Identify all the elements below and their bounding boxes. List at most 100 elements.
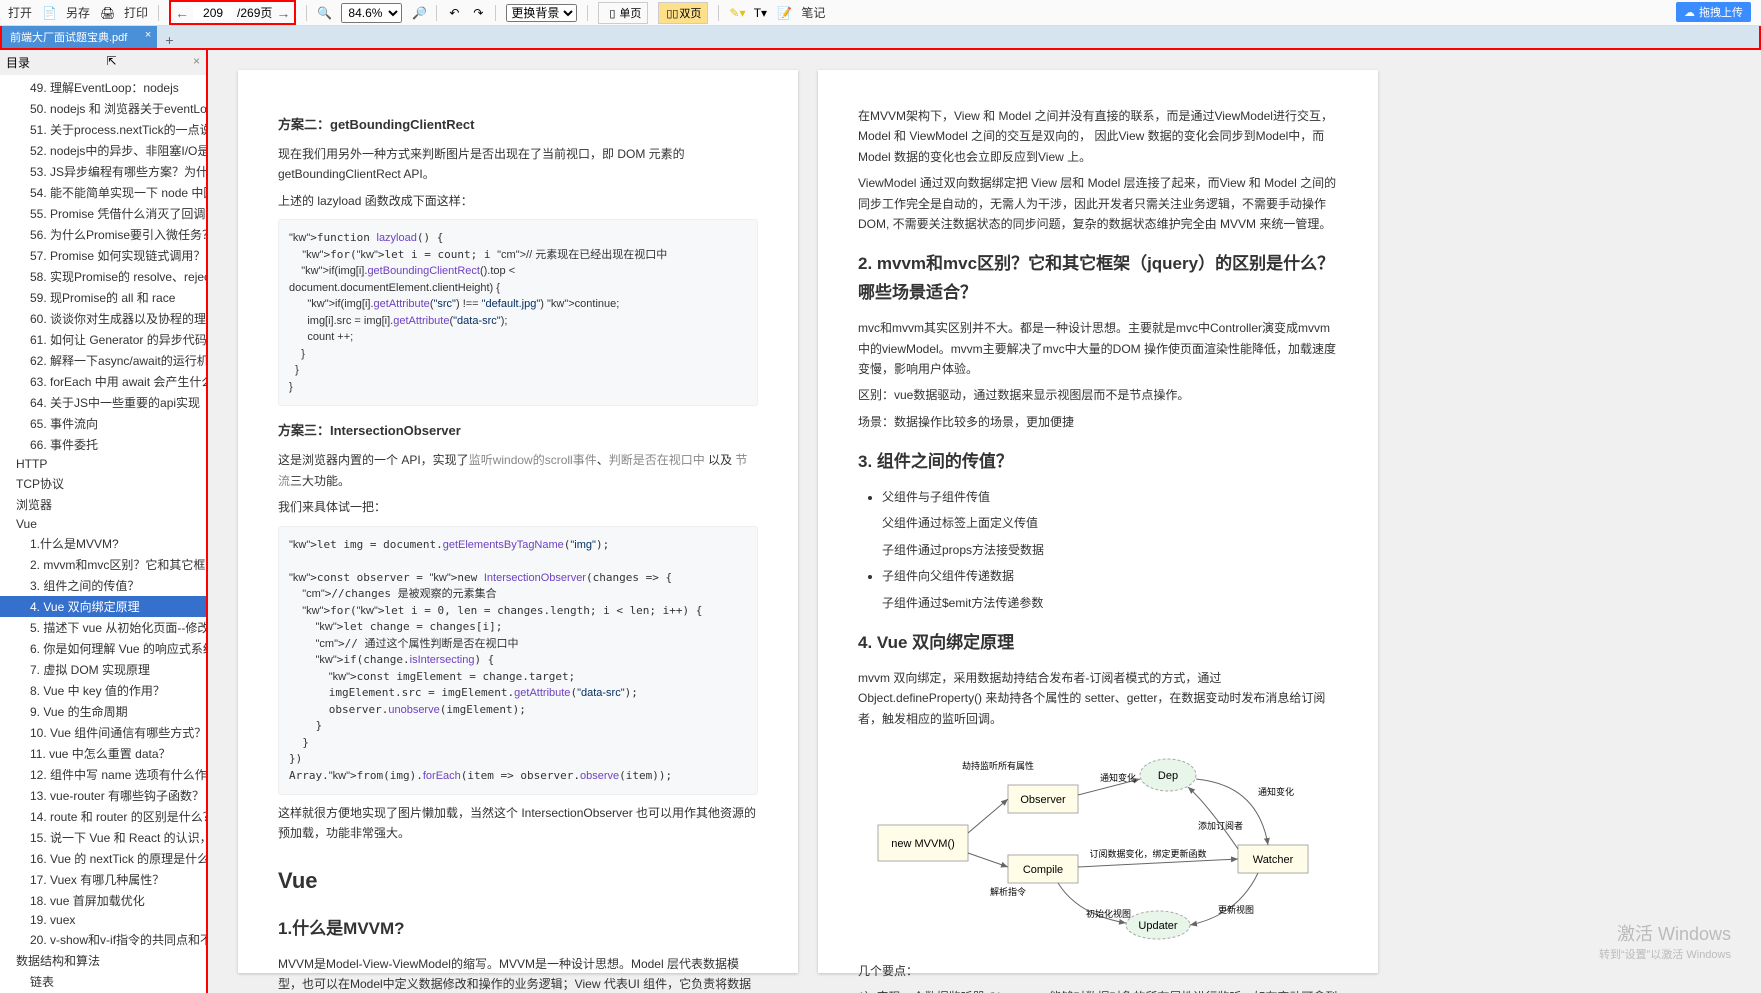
zoom-in-icon[interactable]: 🔎 (412, 6, 426, 20)
toc-item[interactable]: 19. vuex (0, 911, 206, 929)
toc-item[interactable]: 链表 (0, 971, 206, 992)
toc-item[interactable]: 15. 说一下 Vue 和 React 的认识，做 (0, 827, 206, 848)
svg-text:通知变化: 通知变化 (1100, 772, 1136, 783)
toc-item[interactable]: 浏览器 (0, 494, 206, 515)
toc-item[interactable]: 53. JS异步编程有哪些方案？为什么会 (0, 161, 206, 182)
toc-item[interactable]: 51. 关于process.nextTick的一点说明 (0, 119, 206, 140)
upload-button[interactable]: ☁ 拖拽上传 (1676, 2, 1751, 22)
highlight-icon[interactable]: ✎▾ (729, 6, 743, 20)
svg-text:解析指令: 解析指令 (990, 886, 1026, 897)
svg-text:Watcher: Watcher (1253, 854, 1294, 866)
toc-item[interactable]: Vue (0, 515, 206, 533)
save-icon[interactable]: 📄 (42, 6, 56, 20)
toc-item[interactable]: 59. 现Promise的 all 和 race (0, 287, 206, 308)
toc-item[interactable]: 数据结构和算法 (0, 950, 206, 971)
toc-item[interactable]: 55. Promise 凭借什么消灭了回调地狱 (0, 203, 206, 224)
toc-item[interactable]: 20. v-show和v-if指令的共同点和不同 (0, 929, 206, 950)
prev-page-icon[interactable]: ← (175, 5, 189, 21)
toc-item[interactable]: 17. Vuex 有哪几种属性？ (0, 869, 206, 890)
heading: 方案二：getBoundingClientRect (278, 114, 758, 136)
print-icon[interactable]: 🖨 (100, 6, 114, 20)
svg-text:Updater: Updater (1138, 920, 1177, 932)
open-button[interactable]: 打开 (8, 4, 32, 21)
double-page-button[interactable]: ▯▯双页 (658, 2, 708, 24)
undo-icon[interactable]: ↶ (447, 6, 461, 20)
background-select[interactable]: 更换背景 (506, 4, 577, 22)
page-input[interactable] (193, 6, 233, 20)
add-tab-icon[interactable]: + (157, 32, 181, 48)
toc-item[interactable]: 66. 事件委托 (0, 434, 206, 455)
zoom-out-icon[interactable]: 🔍 (317, 6, 331, 20)
note-icon[interactable]: 📝 (777, 6, 791, 20)
next-page-icon[interactable]: → (276, 5, 290, 21)
toc-item[interactable]: 10. Vue 组件间通信有哪些方式？ (0, 722, 206, 743)
paragraph: 几个要点： (858, 961, 1338, 981)
toc-item[interactable]: 2. mvvm和mvc区别？它和其它框架 (0, 554, 206, 575)
toc-item[interactable]: HTTP (0, 455, 206, 473)
text-icon[interactable]: T▾ (753, 6, 767, 20)
svg-text:Compile: Compile (1023, 864, 1063, 876)
toc-item[interactable]: 18. vue 首屏加载优化 (0, 890, 206, 911)
toc-item[interactable]: 7. 虚拟 DOM 实现原理 (0, 659, 206, 680)
toc-item[interactable]: 16. Vue 的 nextTick 的原理是什么？ (0, 848, 206, 869)
svg-text:订阅数据变化，绑定更新函数: 订阅数据变化，绑定更新函数 (1089, 848, 1206, 859)
page-left: 方案二：getBoundingClientRect 现在我们用另外一种方式来判断… (238, 70, 798, 973)
tab-bar: 前端大厂面试题宝典.pdf × + (0, 26, 1761, 50)
file-tab[interactable]: 前端大厂面试题宝典.pdf × (2, 26, 157, 48)
document-content: 方案二：getBoundingClientRect 现在我们用另外一种方式来判断… (208, 50, 1761, 993)
heading: 1.什么是MVVM? (278, 915, 758, 944)
toc-item[interactable]: 58. 实现Promise的 resolve、reject (0, 266, 206, 287)
toc-item[interactable]: 8. Vue 中 key 值的作用？ (0, 680, 206, 701)
toc-item[interactable]: 49. 理解EventLoop：nodejs (0, 77, 206, 98)
toc-item[interactable]: 54. 能不能简单实现一下 node 中回调 (0, 182, 206, 203)
toc-item[interactable]: 65. 事件流向 (0, 413, 206, 434)
toc-item[interactable]: 1.什么是MVVM? (0, 533, 206, 554)
toc-item[interactable]: 13. vue-router 有哪些钩子函数？ (0, 785, 206, 806)
paragraph: 这是浏览器内置的一个 API，实现了监听window的scroll事件、判断是否… (278, 450, 758, 491)
svg-text:劫持监听所有属性: 劫持监听所有属性 (962, 760, 1034, 771)
paragraph: 我们来具体试一把： (278, 497, 758, 517)
svg-text:new MVVM(): new MVVM() (891, 838, 955, 850)
toc-item[interactable]: 52. nodejs中的异步、非阻塞I/O是如 (0, 140, 206, 161)
close-tab-icon[interactable]: × (145, 29, 151, 41)
paragraph: 子组件通过props方法接受数据 (882, 540, 1338, 560)
save-button[interactable]: 另存 (66, 4, 90, 21)
toc-item[interactable]: 62. 解释一下async/await的运行机制。 (0, 350, 206, 371)
toc-item[interactable]: 14. route 和 router 的区别是什么？ (0, 806, 206, 827)
sidebar-title: 目录 (6, 54, 30, 71)
toc-item[interactable]: 5. 描述下 vue 从初始化页面--修改数 (0, 617, 206, 638)
toc-item[interactable]: TCP协议 (0, 473, 206, 494)
paragraph: ViewModel 通过双向数据绑定把 View 层和 Model 层连接了起来… (858, 173, 1338, 234)
double-page-icon: ▯▯ (665, 7, 679, 20)
note-button[interactable]: 笔记 (801, 4, 825, 21)
toc-item[interactable]: 60. 谈谈你对生成器以及协程的理解 (0, 308, 206, 329)
toc-item[interactable]: 61. 如何让 Generator 的异步代码按 (0, 329, 206, 350)
toc-item[interactable]: 57. Promise 如何实现链式调用？ (0, 245, 206, 266)
svg-text:Observer: Observer (1020, 794, 1066, 806)
print-button[interactable]: 打印 (124, 4, 148, 21)
mvvm-diagram: new MVVM() Observer Dep Compile Watcher … (868, 745, 1328, 945)
close-sidebar-icon[interactable]: × (193, 54, 200, 71)
toc-item[interactable]: 56. 为什么Promise要引入微任务？ (0, 224, 206, 245)
heading: 2. mvvm和mvc区别？它和其它框架（jquery）的区别是什么？哪些场景适… (858, 250, 1338, 308)
paragraph: 这样就很方便地实现了图片懒加载，当然这个 IntersectionObserve… (278, 803, 758, 844)
svg-text:更新视图: 更新视图 (1218, 904, 1254, 915)
toc-item[interactable]: 50. nodejs 和 浏览器关于eventLoop (0, 98, 206, 119)
toc-item[interactable]: 64. 关于JS中一些重要的api实现 (0, 392, 206, 413)
main-toolbar: 打开 📄 另存 🖨 打印 ← /269页 → 🔍 84.6% 🔎 ↶ ↷ 更换背… (0, 0, 1761, 26)
zoom-select[interactable]: 84.6% (341, 3, 402, 23)
toc-item[interactable]: 11. vue 中怎么重置 data？ (0, 743, 206, 764)
outline-sidebar: 目录 ⇱ × 49. 理解EventLoop：nodejs50. nodejs … (0, 50, 208, 993)
redo-icon[interactable]: ↷ (471, 6, 485, 20)
toc-item[interactable]: 4. Vue 双向绑定原理 (0, 596, 206, 617)
expand-icon[interactable]: ⇱ (106, 54, 116, 71)
toc-item[interactable]: 12. 组件中写 name 选项有什么作用？ (0, 764, 206, 785)
single-page-button[interactable]: ▯单页 (598, 2, 648, 24)
toc-item[interactable]: 6. 你是如何理解 Vue 的响应式系统的 (0, 638, 206, 659)
svg-text:通知变化: 通知变化 (1258, 786, 1294, 797)
toc-item[interactable]: 63. forEach 中用 await 会产生什么问 (0, 371, 206, 392)
toc-item[interactable]: 9. Vue 的生命周期 (0, 701, 206, 722)
tab-label: 前端大厂面试题宝典.pdf (10, 32, 127, 44)
svg-text:Dep: Dep (1158, 770, 1178, 782)
toc-item[interactable]: 3. 组件之间的传值？ (0, 575, 206, 596)
